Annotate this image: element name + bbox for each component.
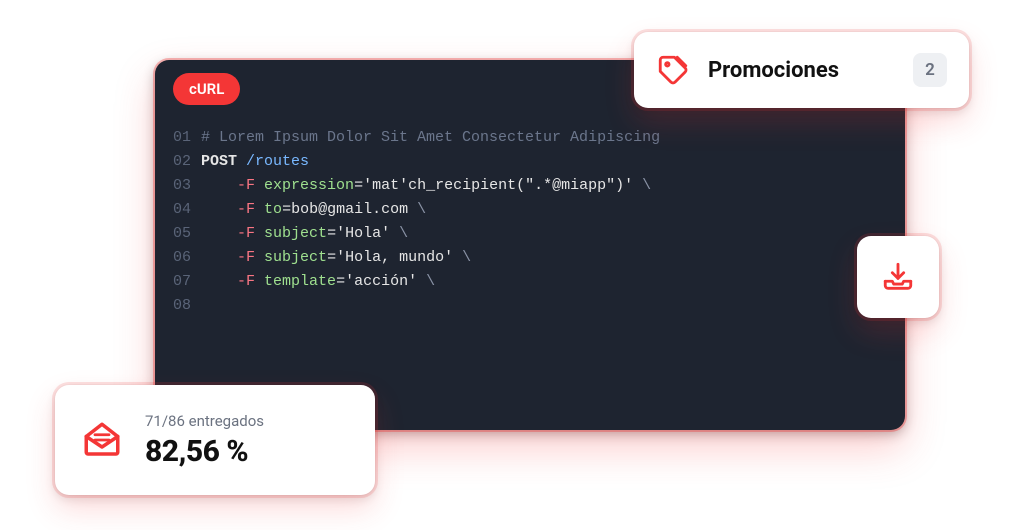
tag-icon xyxy=(656,53,690,87)
param-key: subject xyxy=(264,225,327,242)
param-key: template xyxy=(264,273,336,290)
line-number: 04 xyxy=(155,198,191,222)
download-card[interactable] xyxy=(857,236,939,318)
line-number: 03 xyxy=(155,174,191,198)
promotions-card[interactable]: Promociones 2 xyxy=(634,32,969,108)
delivered-card[interactable]: 71/86 entregados 82,56 % xyxy=(55,385,375,495)
param-val: ='acción' xyxy=(336,273,417,290)
line-number: 08 xyxy=(155,294,191,318)
line-number: 01 xyxy=(155,126,191,150)
promotions-label: Promociones xyxy=(708,58,895,83)
language-pill[interactable]: cURL xyxy=(173,73,240,105)
line-number: 02 xyxy=(155,150,191,174)
line-number: 05 xyxy=(155,222,191,246)
delivered-percent: 82,56 % xyxy=(145,434,264,469)
download-tray-icon xyxy=(881,260,915,294)
code-comment: # Lorem Ipsum Dolor Sit Amet Consectetur… xyxy=(201,129,660,146)
line-continuation: \ xyxy=(417,273,435,290)
delivered-text: 71/86 entregados 82,56 % xyxy=(145,412,264,469)
code-body: 01 02 03 04 05 06 07 08 # Lorem Ipsum Do… xyxy=(155,118,905,430)
flag: -F xyxy=(237,201,255,218)
open-mail-icon xyxy=(81,419,123,461)
flag: -F xyxy=(237,177,255,194)
flag: -F xyxy=(237,249,255,266)
flag: -F xyxy=(237,273,255,290)
line-continuation: \ xyxy=(390,225,408,242)
param-val: =bob@gmail.com xyxy=(282,201,408,218)
line-continuation: \ xyxy=(453,249,471,266)
http-method: POST xyxy=(201,153,237,170)
param-key: to xyxy=(264,201,282,218)
delivered-subtitle: 71/86 entregados xyxy=(145,412,264,430)
line-continuation: \ xyxy=(633,177,651,194)
line-number: 07 xyxy=(155,270,191,294)
line-continuation: \ xyxy=(408,201,426,218)
param-key: expression xyxy=(264,177,354,194)
param-val: ='Hola' xyxy=(327,225,390,242)
param-key: subject xyxy=(264,249,327,266)
param-val: ='Hola, mundo' xyxy=(327,249,453,266)
flag: -F xyxy=(237,225,255,242)
line-number: 06 xyxy=(155,246,191,270)
promotions-count-badge: 2 xyxy=(913,53,947,87)
http-path: /routes xyxy=(246,153,309,170)
code-panel: cURL 01 02 03 04 05 06 07 08 # Lorem Ips… xyxy=(155,60,905,430)
param-val: ='mat'ch_recipient(".*@miapp")' xyxy=(354,177,633,194)
